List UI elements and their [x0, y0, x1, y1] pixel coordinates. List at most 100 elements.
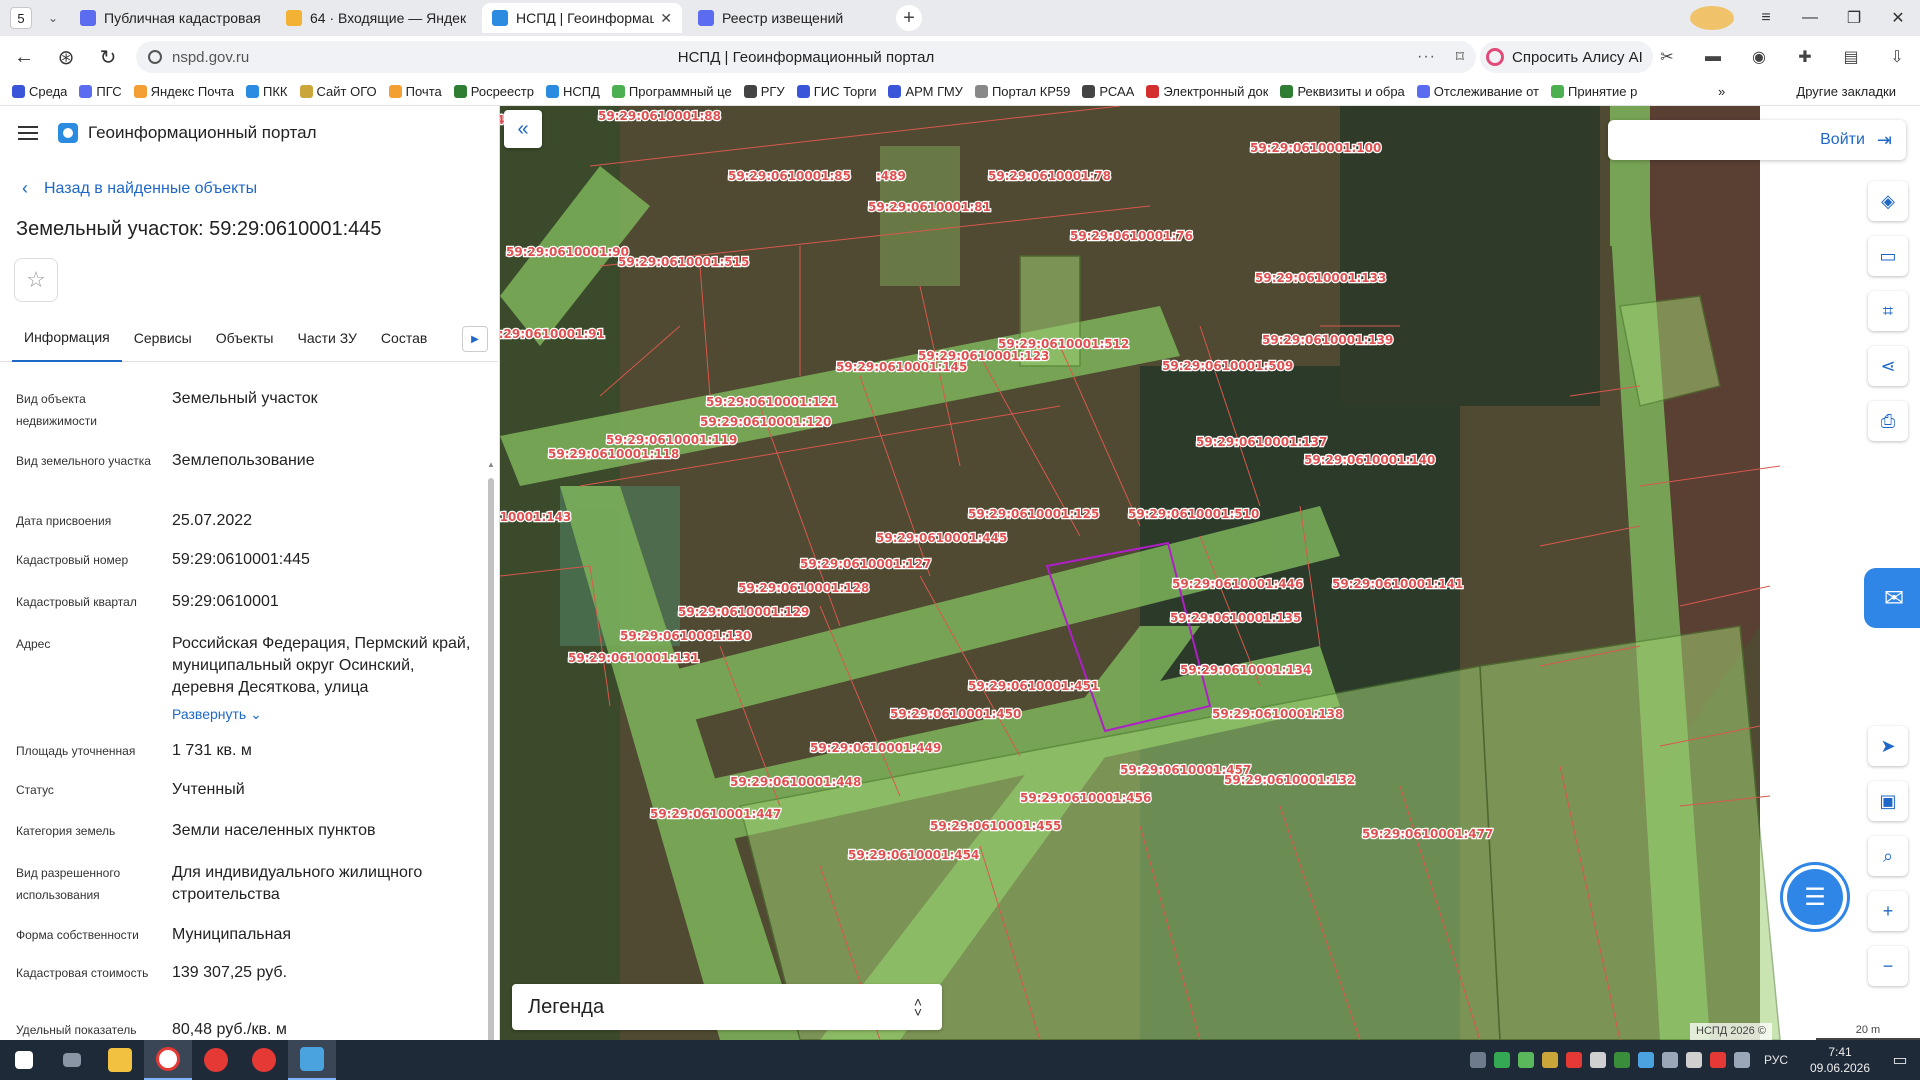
- parcel-label[interactable]: 59:29:0610001:448: [729, 774, 863, 791]
- parcel-label[interactable]: 59:29:0610001:143: [500, 509, 573, 526]
- parcel-label[interactable]: 59:29:0610001:134: [1179, 662, 1313, 679]
- parcel-label[interactable]: 59:29:0610001:455: [929, 818, 1063, 835]
- tray-app-icon[interactable]: [1541, 1052, 1558, 1068]
- tray-shield-icon[interactable]: [1517, 1052, 1534, 1068]
- bookmark-item[interactable]: РГУ: [743, 84, 785, 99]
- parcel-label[interactable]: :489: [875, 168, 907, 185]
- parcel-label[interactable]: 59:29:0610001:76: [1069, 228, 1194, 245]
- feedback-side-button[interactable]: ✉: [1864, 568, 1920, 628]
- parcel-label[interactable]: 59:29:0610001:454: [847, 847, 981, 864]
- tab-parts[interactable]: Части ЗУ: [285, 314, 368, 362]
- close-tab-icon[interactable]: ✕: [660, 10, 672, 27]
- parcel-label[interactable]: 59:29:0610001:119: [605, 432, 739, 449]
- tray-volume-icon[interactable]: [1733, 1052, 1750, 1068]
- downloads-icon[interactable]: ⇩: [1884, 44, 1910, 70]
- bookmark-item[interactable]: Электронный док: [1146, 84, 1268, 99]
- parcel-label[interactable]: 59:29:0610001:141: [1331, 576, 1465, 593]
- browser-tab-nspd[interactable]: НСПД | Геоинформаци ✕: [482, 3, 682, 33]
- map-canvas[interactable]: 59:29:0610001:88 59:29:0610001:85:489 59:2…: [500, 106, 1920, 1040]
- new-tab-plus-icon[interactable]: +: [896, 5, 922, 31]
- yandex-y-icon[interactable]: [240, 1040, 288, 1080]
- bookmark-item[interactable]: АРМ ГМУ: [888, 84, 963, 99]
- back-arrow-icon[interactable]: ←: [6, 39, 42, 75]
- minimize-icon[interactable]: —: [1788, 9, 1832, 27]
- windows-start-icon[interactable]: [0, 1040, 48, 1080]
- collections-icon[interactable]: ▤: [1838, 44, 1864, 70]
- back-to-results-link[interactable]: ‹ Назад в найденные объекты: [22, 178, 257, 199]
- browser-tab-registry[interactable]: Реестр извещений: [688, 3, 888, 33]
- bookmarks-overflow-button[interactable]: »: [1718, 84, 1725, 99]
- scrollbar-thumb[interactable]: [488, 478, 494, 1040]
- parcel-label[interactable]: 59:29:0610001:456: [1019, 790, 1153, 807]
- parcel-label[interactable]: 59:29:0610001:451: [967, 678, 1101, 695]
- url-field[interactable]: nspd.gov.ru НСПД | Геоинформационный пор…: [136, 41, 1476, 73]
- close-window-icon[interactable]: ✕: [1876, 8, 1920, 28]
- parcel-label[interactable]: 59:29:0610001:510: [1127, 506, 1261, 523]
- more-dots-icon[interactable]: ···: [1417, 48, 1436, 66]
- bookmark-item[interactable]: Реквизиты и обра: [1280, 84, 1405, 99]
- print-icon[interactable]: ⎙: [1868, 401, 1908, 441]
- notifications-icon[interactable]: ▭: [1880, 1050, 1920, 1070]
- parcel-label[interactable]: 59:29:0610001:450: [889, 706, 1023, 723]
- bookmark-item[interactable]: ГИС Торги: [796, 84, 876, 99]
- extension-tools-icon[interactable]: ✂: [1654, 44, 1680, 70]
- parcel-label[interactable]: 59:29:0610001:447: [649, 806, 783, 823]
- tray-red-icon[interactable]: [1565, 1052, 1582, 1068]
- browser-tab-pkk[interactable]: Публичная кадастровая к: [70, 3, 270, 33]
- bookmark-item[interactable]: РСАА: [1082, 84, 1134, 99]
- parcel-label[interactable]: 59:29:0610001:135: [1169, 610, 1303, 627]
- extension-shield-icon[interactable]: ◉: [1746, 44, 1772, 70]
- clock[interactable]: 7:41 09.06.2026: [1800, 1044, 1880, 1076]
- chat-button[interactable]: ☰: [1780, 862, 1850, 932]
- desktop-app-icon[interactable]: [288, 1040, 336, 1080]
- tray-network-icon[interactable]: [1661, 1052, 1678, 1068]
- search-location-icon[interactable]: ⌕: [1868, 836, 1908, 876]
- zoom-in-icon[interactable]: +: [1868, 891, 1908, 931]
- bookmark-item[interactable]: ПКК: [246, 84, 288, 99]
- tab-list-chevron-icon[interactable]: ⌄: [42, 7, 64, 29]
- parcel-label[interactable]: 59:29:0610001:121: [705, 394, 839, 411]
- parcel-label[interactable]: 59:29:0610001:90: [505, 244, 630, 261]
- area-select-icon[interactable]: ⌗: [1868, 291, 1908, 331]
- parcel-label[interactable]: 59:29:0610001:137: [1195, 434, 1329, 451]
- other-bookmarks-button[interactable]: Другие закладки: [1796, 84, 1896, 99]
- yandex-home-icon[interactable]: ⊛: [48, 39, 84, 75]
- yandex-browser-icon[interactable]: [144, 1040, 192, 1080]
- tab-composition[interactable]: Состав: [369, 314, 439, 362]
- reload-icon[interactable]: ↻: [90, 39, 126, 75]
- parcel-label[interactable]: 59:29:0610001:445: [875, 530, 1009, 547]
- bookmark-item[interactable]: Отслеживание от: [1416, 84, 1539, 99]
- bookmark-item[interactable]: Почта: [388, 84, 442, 99]
- expand-address-link[interactable]: Развернуть ⌄: [172, 703, 472, 725]
- ruler-icon[interactable]: ▭: [1868, 236, 1908, 276]
- menu-burger-icon[interactable]: [18, 126, 38, 140]
- parcel-label[interactable]: 59:29:0610001:446: [1171, 576, 1305, 593]
- zoom-out-icon[interactable]: −: [1868, 946, 1908, 986]
- share-icon[interactable]: ⋖: [1868, 346, 1908, 386]
- bookmark-item[interactable]: Среда: [12, 84, 67, 99]
- parcel-label[interactable]: 59:29:0610001:133: [1254, 270, 1388, 287]
- parcel-label[interactable]: 59:29:0610001:100: [1249, 140, 1383, 157]
- tray-printer-icon[interactable]: [1469, 1052, 1486, 1068]
- bookmark-item[interactable]: Программный це: [611, 84, 732, 99]
- scroll-up-arrow-icon[interactable]: ▲: [487, 460, 495, 469]
- parcel-label[interactable]: 59:29:0610001:138: [1211, 706, 1345, 723]
- tray-battery-icon[interactable]: [1613, 1052, 1630, 1068]
- parcel-label[interactable]: 59:29:0610001:515: [617, 254, 751, 271]
- browser-menu-icon[interactable]: ≡: [1744, 9, 1788, 27]
- parcel-label[interactable]: 59:29:0610001:509: [1161, 358, 1295, 375]
- parcel-label[interactable]: 59:29:0610001:140: [1303, 452, 1437, 469]
- bookmark-item[interactable]: Яндекс Почта: [133, 84, 234, 99]
- bookmark-icon[interactable]: ⌑: [1456, 47, 1464, 67]
- parcel-label[interactable]: 59:29:0610001:91: [500, 326, 606, 343]
- legend-dropdown[interactable]: Легенда ˄ ˅: [512, 984, 942, 1030]
- parcel-label[interactable]: 59:29:0610001:120: [699, 414, 833, 431]
- parcel-label[interactable]: 59:29:0610001:477: [1361, 826, 1495, 843]
- extension-hat-icon[interactable]: ▬: [1700, 44, 1726, 70]
- bookmark-item[interactable]: Портал КР59: [974, 84, 1070, 99]
- parcel-label[interactable]: 59:29:0610001:127: [799, 556, 933, 573]
- parcel-label[interactable]: 59:29:0610001:81: [867, 199, 992, 216]
- cadastral-map[interactable]: 59:29:0610001:88 59:29:0610001:85:489 59:2…: [500, 106, 1920, 1040]
- bookmark-item[interactable]: ПГС: [79, 84, 122, 99]
- bookmark-item[interactable]: Принятие р: [1551, 84, 1637, 99]
